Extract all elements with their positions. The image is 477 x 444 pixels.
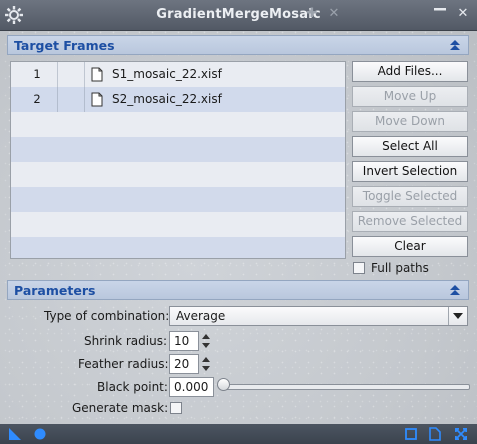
file-icon (91, 92, 103, 107)
row-index: 2 (33, 92, 41, 106)
collapse-icon[interactable] (448, 283, 462, 297)
shrink-radius-spinner[interactable] (200, 331, 213, 351)
document-icon[interactable] (428, 427, 442, 441)
parameters-section-header[interactable]: Parameters (7, 280, 469, 300)
process-window: GradientMergeMosaic ✚ ✕ ✕ Target Frames … (0, 0, 477, 444)
preview-icon[interactable] (404, 427, 418, 441)
column-divider (57, 87, 58, 112)
target-frames-section-header[interactable]: Target Frames (7, 35, 469, 55)
new-instance-icon[interactable] (8, 427, 22, 441)
bottom-toolbar (0, 424, 477, 444)
type-of-combination-label: Type of combination: (44, 309, 170, 323)
full-paths-label: Full paths (371, 261, 429, 275)
file-name: S2_mosaic_22.xisf (112, 92, 222, 106)
table-row[interactable]: 1 S1_mosaic_22.xisf (11, 62, 345, 87)
shade-icon[interactable] (432, 6, 448, 22)
remove-selected-button[interactable]: Remove Selected (352, 211, 468, 232)
pin-icon[interactable]: ✚ (304, 6, 320, 22)
type-of-combination-value: Average (176, 309, 226, 323)
apply-global-icon[interactable] (33, 427, 47, 441)
row-index: 1 (33, 67, 41, 81)
parameters-title: Parameters (14, 283, 96, 298)
clear-button[interactable]: Clear (352, 236, 468, 257)
feather-radius-label: Feather radius: (78, 357, 169, 371)
add-files-button[interactable]: Add Files... (352, 61, 468, 82)
spin-down-icon (202, 343, 210, 348)
toggle-selected-button[interactable]: Toggle Selected (352, 186, 468, 207)
spin-down-icon (202, 366, 210, 371)
reset-icon[interactable] (454, 427, 468, 441)
file-name: S1_mosaic_22.xisf (112, 67, 222, 81)
column-divider (57, 62, 58, 87)
black-point-input[interactable]: 0.000 (169, 377, 214, 397)
spin-up-icon (202, 334, 210, 339)
black-point-slider-handle[interactable] (217, 378, 230, 391)
window-title: GradientMergeMosaic (156, 7, 321, 22)
unpin-icon[interactable]: ✕ (326, 6, 342, 22)
file-icon (91, 67, 103, 82)
feather-radius-input[interactable]: 20 (169, 354, 199, 374)
move-down-button[interactable]: Move Down (352, 111, 468, 132)
empty-row-stripe (11, 187, 345, 212)
empty-row-stripe (11, 237, 345, 258)
generate-mask-checkbox[interactable] (170, 402, 182, 414)
empty-row-stripe (11, 137, 345, 162)
black-point-label: Black point: (97, 380, 168, 394)
type-of-combination-select[interactable]: Average (169, 306, 468, 326)
shrink-radius-label: Shrink radius: (84, 334, 167, 348)
chevron-down-icon[interactable] (448, 307, 467, 325)
invert-selection-button[interactable]: Invert Selection (352, 161, 468, 182)
full-paths-checkbox[interactable] (353, 262, 365, 274)
table-row[interactable]: 2 S2_mosaic_22.xisf (11, 87, 345, 112)
column-divider (84, 87, 85, 112)
close-icon[interactable]: ✕ (455, 6, 471, 22)
shrink-radius-input[interactable]: 10 (169, 331, 199, 351)
collapse-icon[interactable] (448, 38, 462, 52)
target-frames-list[interactable]: 1 S1_mosaic_22.xisf 2 S2_mosaic_22.xisf (10, 61, 346, 259)
feather-radius-spinner[interactable] (200, 354, 213, 374)
move-up-button[interactable]: Move Up (352, 86, 468, 107)
black-point-slider-track[interactable] (224, 384, 470, 390)
target-frames-title: Target Frames (14, 38, 115, 53)
column-divider (84, 62, 85, 87)
select-all-button[interactable]: Select All (352, 136, 468, 157)
generate-mask-label: Generate mask: (72, 401, 169, 415)
spin-up-icon (202, 357, 210, 362)
title-bar[interactable]: GradientMergeMosaic ✚ ✕ ✕ (0, 0, 477, 31)
